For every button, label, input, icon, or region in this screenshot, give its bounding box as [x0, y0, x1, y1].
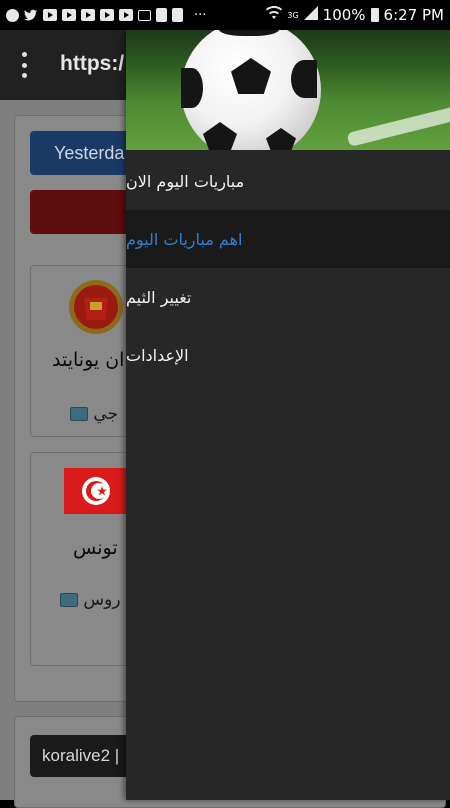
soccer-ball-image [181, 30, 321, 150]
facebook-icon [6, 8, 19, 22]
drawer-header-image [126, 30, 450, 150]
twitter-icon [24, 9, 38, 21]
site-pill[interactable]: koralive2 | [30, 735, 140, 777]
tv-icon [70, 407, 88, 421]
youtube-icon [119, 9, 133, 21]
battery-level: 100% [322, 6, 366, 24]
network-type: 3G [287, 10, 299, 20]
youtube-icon [62, 9, 76, 21]
more-notifications-icon: ··· [194, 7, 207, 23]
youtube-icon [81, 9, 95, 21]
field-line [346, 97, 450, 147]
gmail-icon [138, 9, 151, 21]
drawer-menu: مباريات اليوم الان اهم مباريات اليوم تغي… [126, 150, 450, 384]
app-icon [172, 8, 183, 22]
status-bar: ··· 3G 100% 6:27 PM [0, 0, 450, 30]
overflow-menu-icon[interactable] [22, 52, 28, 78]
team-name: ان يونايتد [52, 349, 125, 371]
wifi-icon [266, 6, 283, 24]
menu-item-top-matches[interactable]: اهم مباريات اليوم [126, 210, 450, 268]
channel-label: روس [60, 590, 121, 610]
youtube-icon [43, 9, 57, 21]
notification-icons: ··· [6, 8, 206, 23]
status-right: 3G 100% 6:27 PM [266, 6, 444, 24]
team-name: تونس [73, 537, 118, 559]
app-icon [156, 8, 167, 22]
url-title: https:/ [60, 52, 125, 75]
navigation-drawer: مباريات اليوم الان اهم مباريات اليوم تغي… [126, 30, 450, 800]
team-flag [64, 468, 128, 514]
signal-icon [303, 6, 318, 24]
team-logo [68, 278, 124, 336]
menu-item-settings[interactable]: الإعدادات [126, 326, 450, 384]
tv-icon [60, 593, 78, 607]
youtube-icon [100, 9, 114, 21]
channel-name: جي [93, 404, 119, 424]
channel-label: جي [70, 404, 118, 424]
clock: 6:27 PM [383, 6, 444, 24]
menu-item-live-matches[interactable]: مباريات اليوم الان [126, 152, 450, 210]
menu-item-change-theme[interactable]: تغيير الثيم [126, 268, 450, 326]
battery-icon [370, 8, 379, 22]
channel-name: روس [83, 590, 121, 610]
